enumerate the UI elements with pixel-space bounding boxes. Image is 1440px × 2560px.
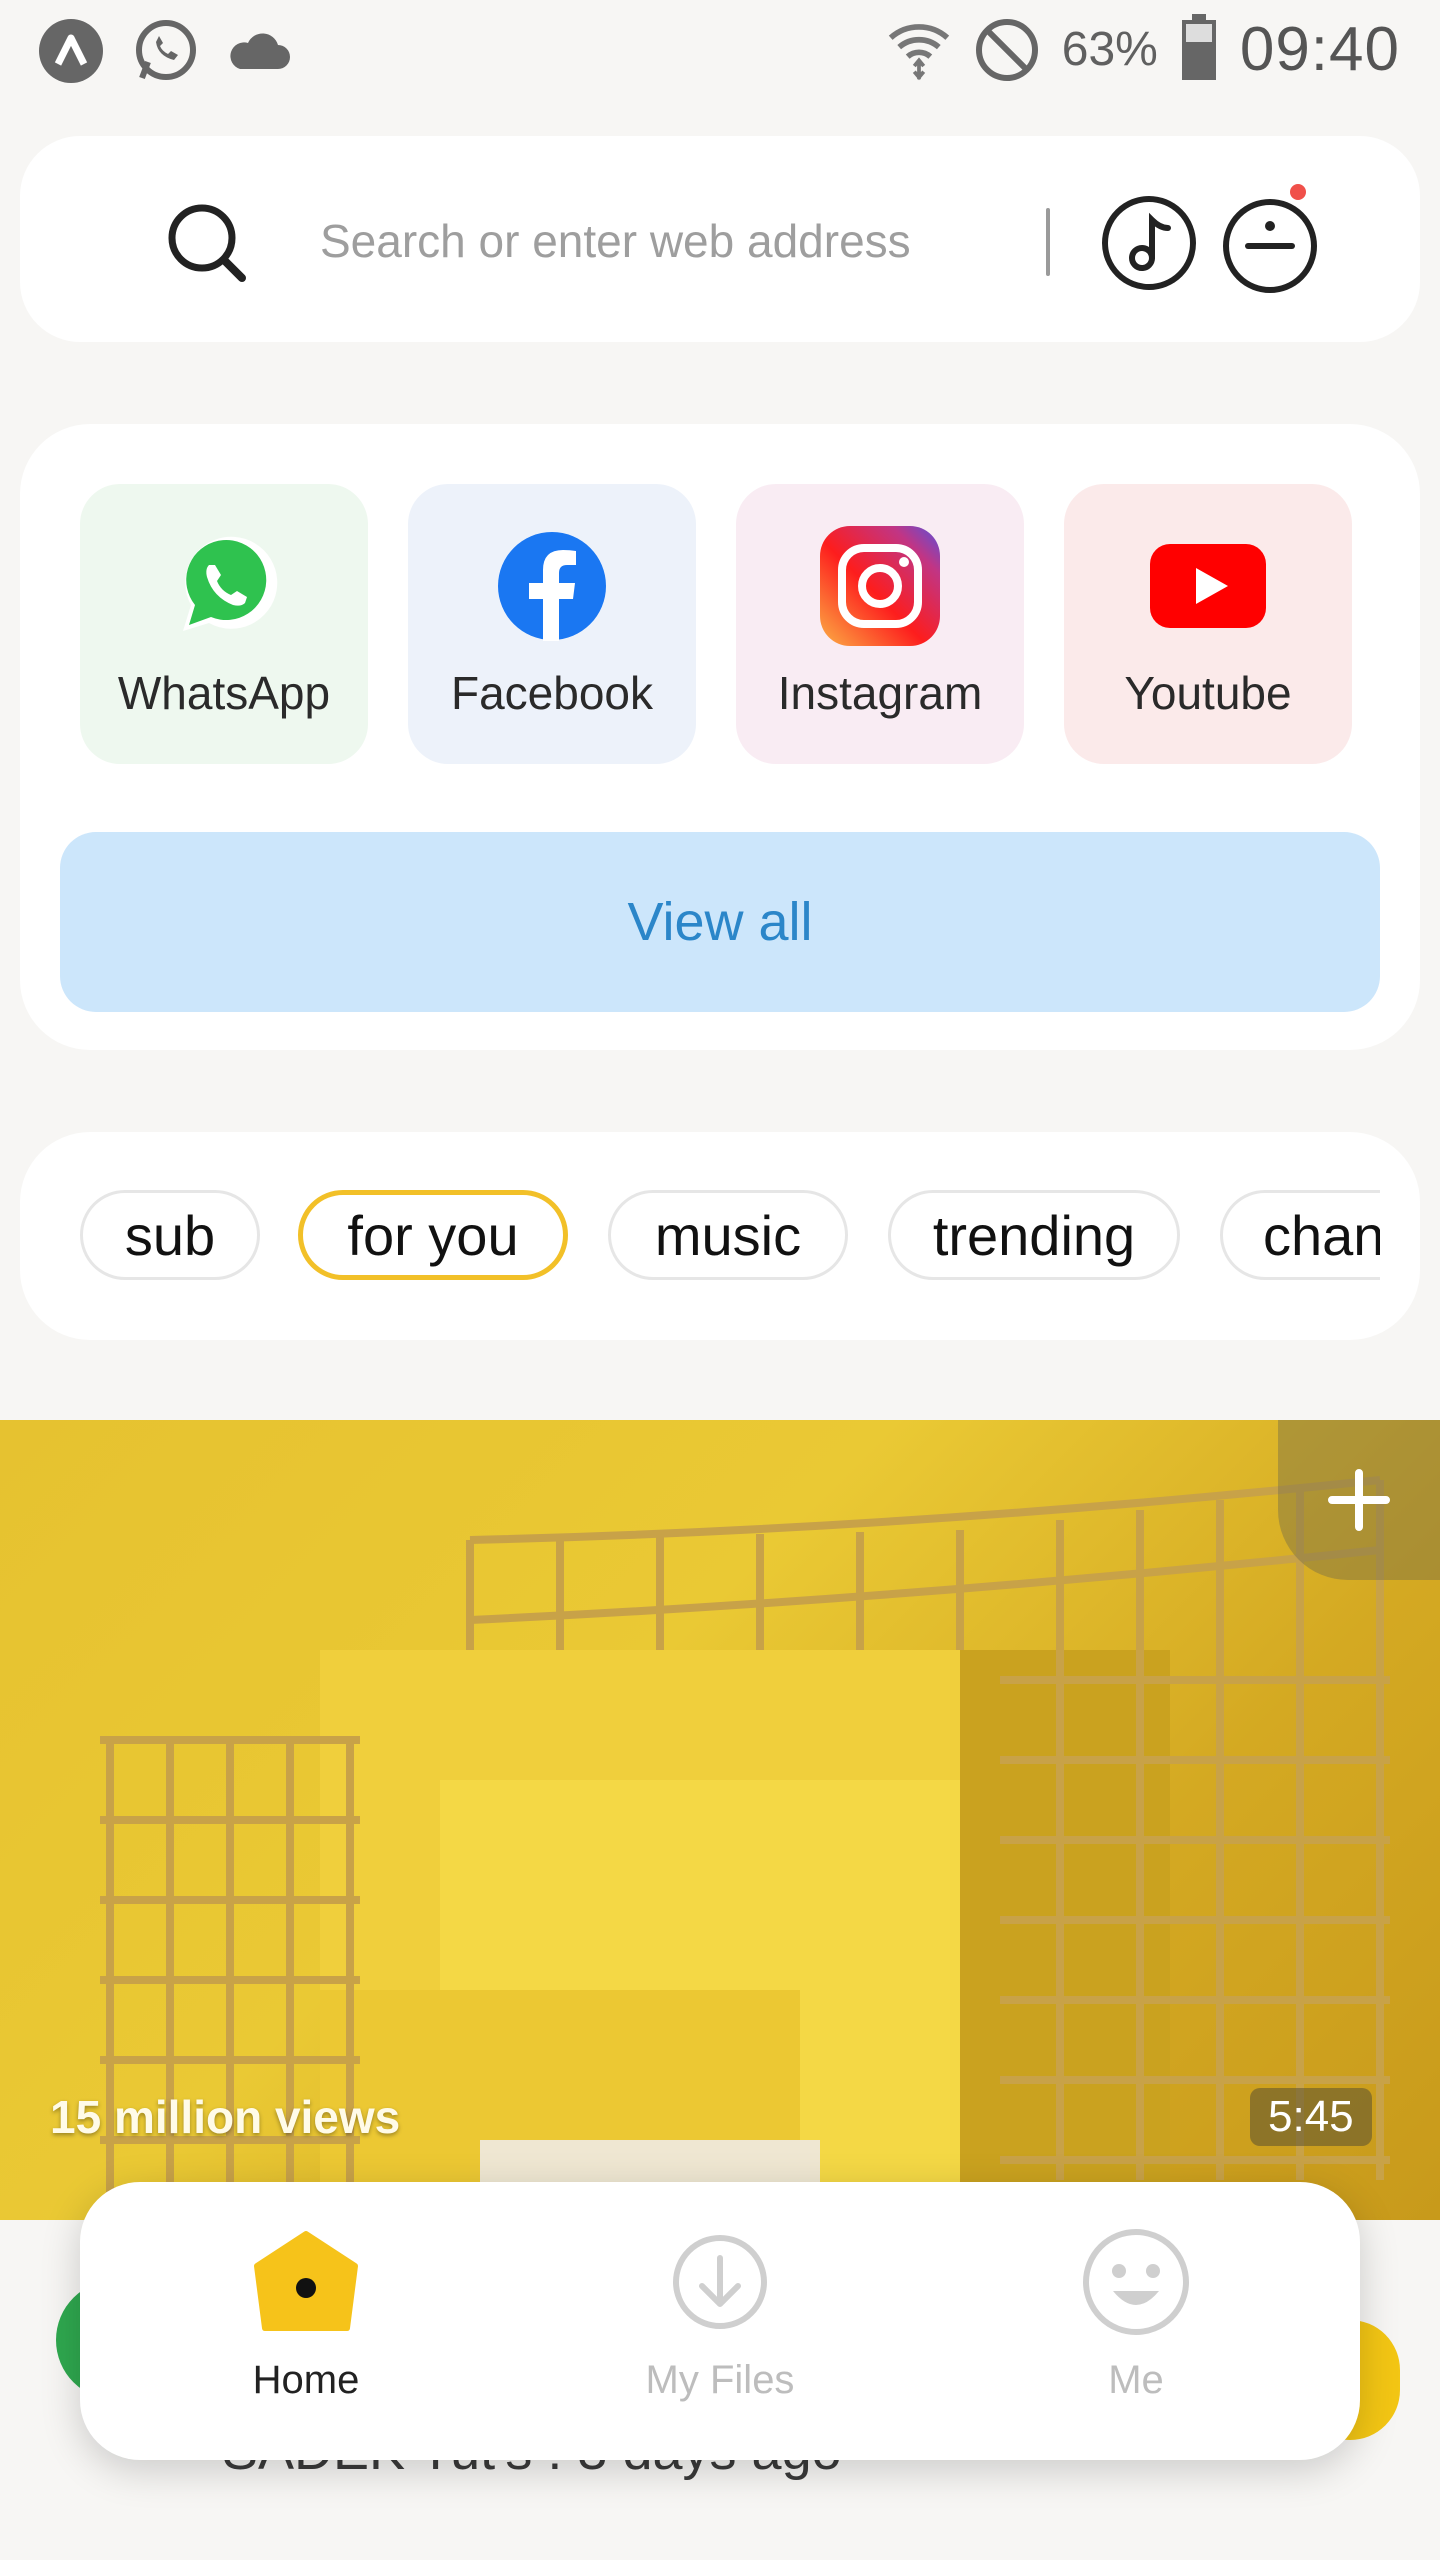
shortcut-whatsapp[interactable]: WhatsApp bbox=[80, 484, 368, 764]
search-input[interactable] bbox=[320, 196, 1000, 286]
menu-circle-icon[interactable] bbox=[1220, 194, 1324, 298]
shortcut-instagram[interactable]: Instagram bbox=[736, 484, 1024, 764]
shortcut-label: Facebook bbox=[450, 667, 653, 719]
battery-percent: 63% bbox=[1061, 23, 1158, 76]
music-icon[interactable] bbox=[1100, 194, 1198, 292]
whatsapp-icon bbox=[132, 18, 198, 84]
shortcut-label: WhatsApp bbox=[117, 667, 331, 719]
cloud-icon bbox=[226, 18, 292, 84]
category-bar: sub for you music trending chan bbox=[20, 1132, 1420, 1340]
app-icon bbox=[38, 18, 104, 84]
shortcut-youtube[interactable]: Youtube bbox=[1064, 484, 1352, 764]
nav-home[interactable]: Home bbox=[176, 2222, 436, 2442]
home-icon bbox=[246, 2222, 366, 2342]
chip-for-you[interactable]: for you bbox=[298, 1190, 568, 1280]
search-bar[interactable] bbox=[20, 136, 1420, 342]
category-chips[interactable]: sub for you music trending chan bbox=[80, 1190, 1380, 1284]
nav-label: My Files bbox=[645, 2358, 795, 2402]
status-bar: 63% 09:40 bbox=[0, 0, 1440, 100]
chip-chan[interactable]: chan bbox=[1220, 1190, 1380, 1280]
battery-icon bbox=[1180, 14, 1218, 85]
download-icon bbox=[660, 2222, 780, 2342]
clock: 09:40 bbox=[1239, 15, 1400, 84]
video-duration: 5:45 bbox=[1250, 2088, 1372, 2146]
video-thumbnail[interactable]: 15 million views 5:45 bbox=[0, 1420, 1440, 2220]
chip-sub[interactable]: sub bbox=[80, 1190, 260, 1280]
shortcut-label: Instagram bbox=[777, 667, 983, 719]
nav-label: Home bbox=[252, 2358, 360, 2402]
video-views: 15 million views bbox=[50, 2091, 401, 2143]
search-divider bbox=[1046, 208, 1050, 276]
bottom-navigation: Home My Files Me bbox=[80, 2182, 1360, 2460]
instagram-logo-icon bbox=[818, 524, 942, 648]
shortcut-facebook[interactable]: Facebook bbox=[408, 484, 696, 764]
notification-dot bbox=[1290, 184, 1306, 200]
youtube-logo-icon bbox=[1146, 524, 1270, 648]
chip-music[interactable]: music bbox=[608, 1190, 848, 1280]
nav-me[interactable]: Me bbox=[1006, 2222, 1266, 2442]
view-all-button[interactable]: View all bbox=[60, 832, 1380, 1012]
shortcut-label: Youtube bbox=[1124, 667, 1292, 719]
wifi-icon bbox=[886, 17, 952, 83]
nav-my-files[interactable]: My Files bbox=[590, 2222, 850, 2442]
facebook-logo-icon bbox=[490, 524, 614, 648]
chip-trending[interactable]: trending bbox=[888, 1190, 1180, 1280]
smiley-icon bbox=[1076, 2222, 1196, 2342]
nav-label: Me bbox=[1108, 2358, 1164, 2402]
do-not-disturb-icon bbox=[974, 17, 1040, 83]
whatsapp-logo-icon bbox=[162, 524, 286, 648]
browser-home-screen: 63% 09:40 WhatsApp bbox=[0, 0, 1440, 2560]
shortcuts-panel: WhatsApp Facebook Instagram Youtube View… bbox=[20, 424, 1420, 1050]
search-icon[interactable] bbox=[164, 200, 250, 286]
add-icon[interactable] bbox=[1278, 1420, 1440, 1580]
